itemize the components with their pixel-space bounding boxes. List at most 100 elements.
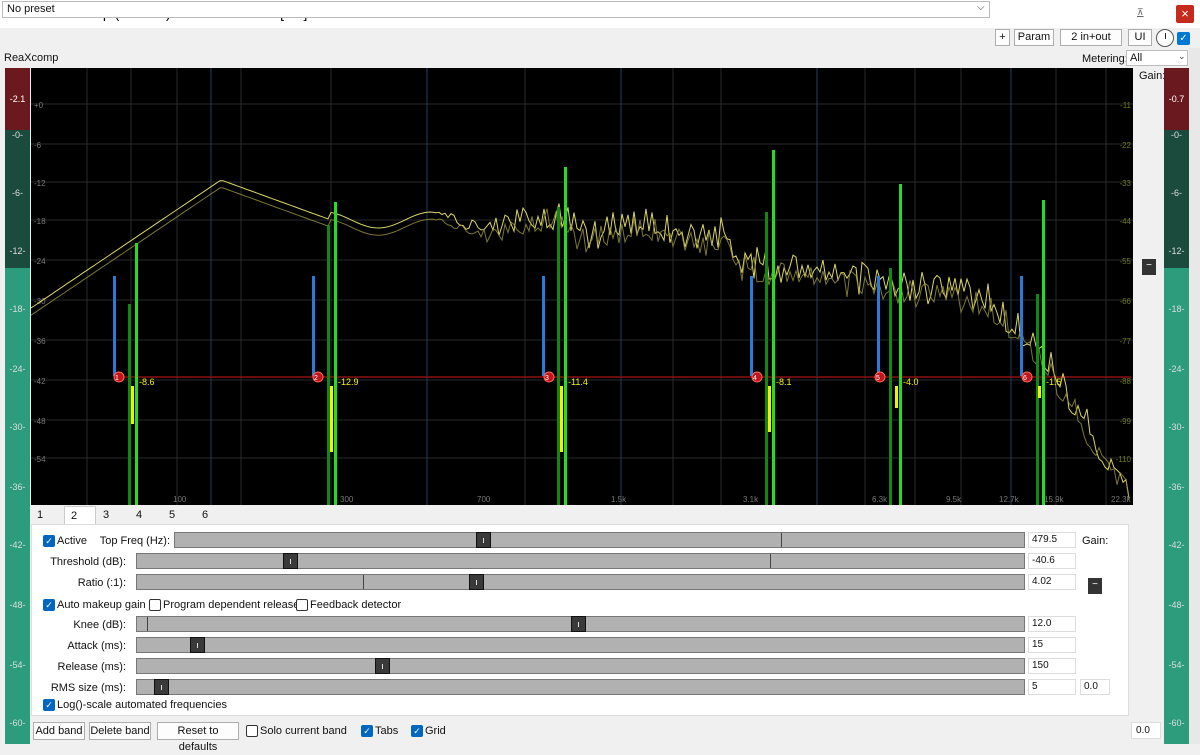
output-meter: -0.7 -0- -6- -12- -18- -24- -30- -36- -42- -48- -… <box>1164 68 1189 744</box>
left-db-label: -54 <box>34 455 46 464</box>
band-6-input-level <box>1036 294 1039 505</box>
output-peak-value: -0.7 <box>1168 94 1185 104</box>
band-gain-slider-handle[interactable]: − <box>1088 578 1102 594</box>
attack-slider[interactable] <box>136 637 1025 653</box>
freq-label: 1.5k <box>611 495 627 504</box>
top-freq-slider[interactable] <box>174 532 1025 548</box>
gain-slider-handle[interactable]: − <box>1142 259 1156 275</box>
band-3-threshold-bar <box>542 276 545 376</box>
tab-band-2[interactable]: 2 <box>64 506 96 524</box>
tab-band-5[interactable]: 5 <box>163 506 195 524</box>
tab-band-4[interactable]: 4 <box>130 506 162 524</box>
right-db-label: -44 <box>1119 217 1131 226</box>
band-4-input-level <box>765 212 768 505</box>
feedback-detector-checkbox[interactable] <box>296 599 308 611</box>
meter-scale-label: -54- <box>9 660 26 670</box>
band-1-number: 1 <box>115 375 119 382</box>
knee-thumb[interactable] <box>571 616 586 632</box>
threshold-value[interactable]: -40.6 <box>1028 553 1076 569</box>
attack-label: Attack (ms): <box>67 640 126 652</box>
tab-band-3[interactable]: 3 <box>97 506 129 524</box>
knee-value[interactable]: 12.0 <box>1028 616 1076 632</box>
ratio-thumb[interactable] <box>469 574 484 590</box>
ui-button[interactable]: UI <box>1128 29 1152 46</box>
meter-scale-label: -18- <box>1168 304 1185 314</box>
meter-scale-label: -12- <box>9 246 26 256</box>
tab-band-6[interactable]: 6 <box>196 506 228 524</box>
band-1-threshold-bar <box>113 276 116 376</box>
add-preset-button[interactable]: + <box>995 29 1010 46</box>
right-db-label: -99 <box>1119 417 1131 426</box>
band-5-input-level <box>889 268 892 505</box>
rms-slider[interactable] <box>136 679 1025 695</box>
band-5-number: 5 <box>876 375 880 382</box>
reset-defaults-button[interactable]: Reset to defaults <box>157 722 239 753</box>
output-gain-value[interactable]: 0.0 <box>1131 722 1161 739</box>
band-4-output-level <box>772 150 775 505</box>
band-2-gain-reduction-bar <box>330 386 333 452</box>
add-band-button[interactable]: Add band <box>33 722 85 740</box>
program-dependent-label: Program dependent release <box>163 599 300 611</box>
left-db-label: -48 <box>34 417 46 426</box>
meter-scale-label: -0- <box>1171 130 1182 140</box>
band-6-output-level <box>1042 200 1045 505</box>
top-freq-thumb[interactable] <box>476 532 491 548</box>
rms-thumb[interactable] <box>154 679 169 695</box>
release-slider[interactable] <box>136 658 1025 674</box>
meter-scale-label: -24- <box>9 364 26 374</box>
wet-knob[interactable] <box>1156 29 1174 47</box>
left-db-label: -24 <box>34 257 46 266</box>
freq-label: 12.7k <box>999 495 1020 504</box>
left-db-label: -12 <box>34 179 46 188</box>
freq-label: 9.5k <box>946 495 962 504</box>
delete-band-button[interactable]: Delete band <box>89 722 151 740</box>
program-dependent-checkbox[interactable] <box>149 599 161 611</box>
tabs-checkbox[interactable]: ✓ <box>361 725 373 737</box>
threshold-slider[interactable] <box>136 553 1025 569</box>
io-button[interactable]: 2 in+out <box>1060 29 1122 46</box>
attack-value[interactable]: 15 <box>1028 637 1076 653</box>
release-thumb[interactable] <box>375 658 390 674</box>
log-scale-checkbox[interactable]: ✓ <box>43 699 55 711</box>
right-db-label: -33 <box>1119 179 1131 188</box>
rms-value[interactable]: 5 <box>1028 679 1076 695</box>
tab-band-1[interactable]: 1 <box>31 506 63 524</box>
grid-checkbox[interactable]: ✓ <box>411 725 423 737</box>
top-freq-value[interactable]: 479.5 <box>1028 532 1076 548</box>
meter-scale-label: -54- <box>1168 660 1185 670</box>
freq-label: 700 <box>477 495 491 504</box>
active-checkbox[interactable]: ✓ <box>43 535 55 547</box>
knee-slider[interactable] <box>136 616 1025 632</box>
spectrum-graph[interactable]: +0 -6 -12 -18 -24 -30 -36 -42 -48 -54 -11 -22 -33 -44… <box>31 68 1133 505</box>
band-3-number: 3 <box>545 375 549 382</box>
band-gain-value[interactable]: 0.0 <box>1080 679 1110 695</box>
background-window-edge <box>1189 48 1200 744</box>
close-button[interactable]: × <box>1176 5 1194 23</box>
attack-thumb[interactable] <box>190 637 205 653</box>
meter-scale-label: -24- <box>1168 364 1185 374</box>
meter-scale-label: -36- <box>9 482 26 492</box>
chevron-down-icon[interactable]: ⌵ <box>977 2 985 13</box>
band-2-threshold-bar <box>312 276 315 376</box>
right-db-label: -66 <box>1119 297 1131 306</box>
spectrum-graph-svg[interactable]: +0-6-12-18-24-30-36-42-48-54-11-22-33-44… <box>31 68 1133 505</box>
right-db-label: -55 <box>1119 257 1131 266</box>
threshold-thumb[interactable] <box>283 553 298 569</box>
bypass-checkbox[interactable]: ✓ <box>1177 32 1190 45</box>
auto-makeup-checkbox[interactable]: ✓ <box>43 599 55 611</box>
solo-band-checkbox[interactable] <box>246 725 258 737</box>
param-button[interactable]: Param <box>1014 29 1054 46</box>
preset-dropdown[interactable]: No preset <box>2 1 990 18</box>
chevron-down-icon[interactable]: ⌄ <box>1178 51 1186 62</box>
pin-icon[interactable]: ⊼ <box>1137 7 1144 18</box>
band-6-gain-reduction-bar <box>1038 386 1041 398</box>
meter-scale-label: -48- <box>1168 600 1185 610</box>
band-1-gr-label: -8.6 <box>139 377 155 387</box>
meter-scale-label: -42- <box>9 540 26 550</box>
ratio-value[interactable]: 4.02 <box>1028 574 1076 590</box>
release-value[interactable]: 150 <box>1028 658 1076 674</box>
meter-scale-label: -48- <box>9 600 26 610</box>
input-meter: -2.1 -0- -6- -12- -18- -24- -30- -36- -42- -48- -… <box>5 68 30 744</box>
ratio-slider[interactable] <box>136 574 1025 590</box>
gain-label: Gain: <box>1139 70 1166 82</box>
